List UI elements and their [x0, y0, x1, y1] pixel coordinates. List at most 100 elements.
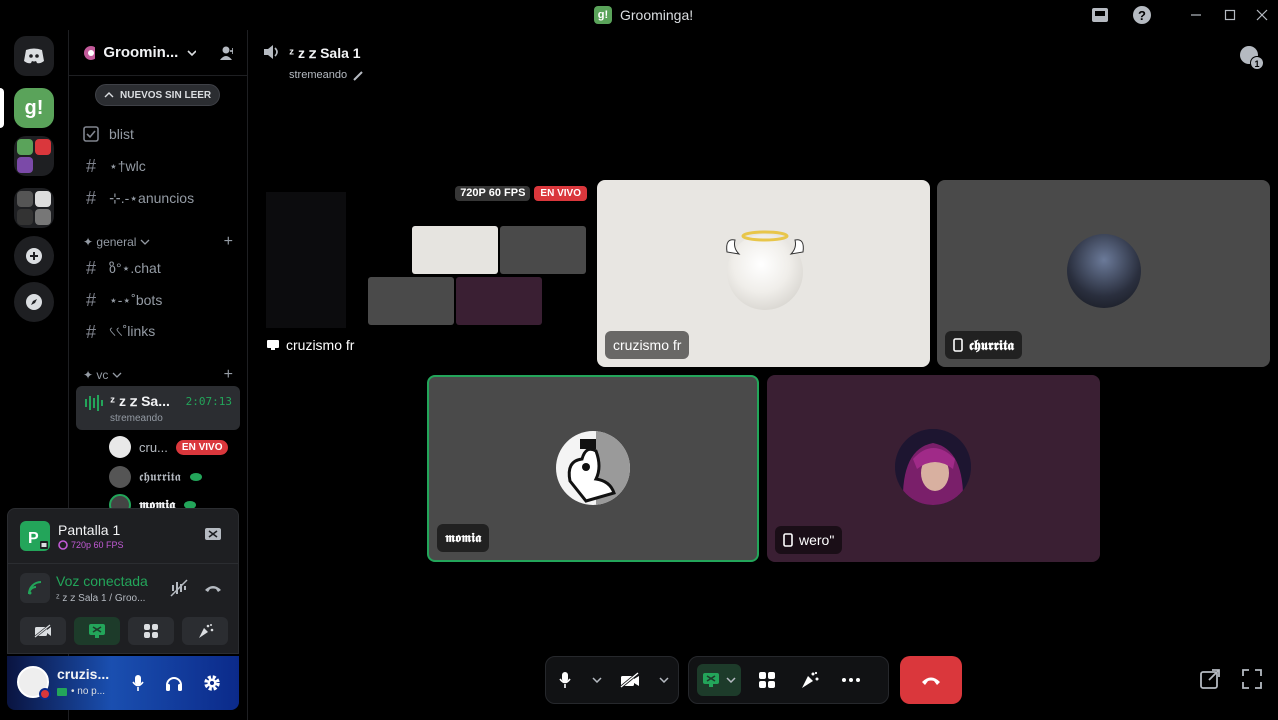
avatar[interactable]: [17, 666, 51, 700]
minimize-icon[interactable]: [1184, 4, 1208, 26]
activities-button[interactable]: [128, 617, 174, 645]
headphones-icon[interactable]: [165, 674, 183, 695]
speaker-icon: [263, 44, 281, 63]
user-status-row: • no p...: [57, 686, 105, 697]
voice-user-churrita[interactable]: 𝖈𝖍𝖚𝖗𝖗𝖎𝖙𝖆: [109, 464, 203, 490]
server-name: Groomin...: [103, 44, 179, 61]
server-folder-icon[interactable]: [14, 136, 54, 176]
add-server-icon[interactable]: [14, 236, 54, 276]
voice-channel-timer: 2:07:13: [185, 395, 232, 408]
channel-bots[interactable]: # ⋆-⋆˚bots: [83, 286, 243, 314]
voice-activity-icon: [85, 395, 103, 411]
fullscreen-icon[interactable]: [1241, 668, 1263, 693]
stream-preview-tile: [368, 277, 454, 325]
window-title-group: g! Groominga!: [594, 6, 693, 24]
share-controls: [688, 656, 889, 704]
camera-toggle-button[interactable]: [617, 664, 643, 696]
new-unread-button[interactable]: NUEVOS SIN LEER: [95, 84, 221, 106]
tile-label: cruzismo fr: [605, 331, 690, 359]
tile-label: 𝖒𝖔𝖒𝖎𝖆: [437, 524, 490, 552]
stream-title: Pantalla 1: [58, 522, 121, 538]
participant-tile-cruzismo[interactable]: cruzismo fr: [597, 180, 930, 367]
voice-user-name: cru...: [139, 439, 168, 455]
stop-stream-icon[interactable]: [204, 527, 222, 546]
stream-preview-tile: [500, 226, 586, 274]
invite-people-icon[interactable]: [218, 44, 233, 62]
voice-location[interactable]: ᶻ z 𝗓 Sala 1 / Groo...: [56, 593, 145, 604]
soundboard-icon: [802, 671, 819, 688]
channel-name: ⊹.-⋆anuncios: [109, 189, 195, 206]
camera-off-icon: [620, 672, 640, 688]
voice-channel-sala-1[interactable]: ᶻ z 𝗓 Sa... 2:07:13 stremeando: [76, 386, 240, 430]
soundboard-button[interactable]: [182, 617, 228, 645]
maximize-icon[interactable]: [1218, 4, 1242, 26]
stream-preview-tile: [412, 226, 498, 274]
microphone-icon[interactable]: [131, 674, 145, 695]
create-channel-icon[interactable]: +: [224, 233, 233, 251]
mic-options-chevron[interactable]: [590, 677, 603, 683]
activities-icon: [144, 624, 158, 638]
stream-quality: 720p 60 FPS: [71, 540, 124, 550]
checklist-icon: [83, 126, 99, 142]
participant-tile-churrita[interactable]: 𝖈𝖍𝖚𝖗𝖗𝖎𝖙𝖆: [937, 180, 1270, 367]
disconnect-call-button[interactable]: [900, 656, 962, 704]
more-options-button[interactable]: [835, 664, 867, 696]
screen-icon: [267, 340, 279, 350]
category-general[interactable]: ✦ general +: [83, 233, 233, 251]
hash-icon: #: [85, 321, 96, 342]
channel-chat[interactable]: # ზ°⋆.chat: [83, 254, 243, 282]
soundboard-button[interactable]: [793, 664, 825, 696]
call-status-row[interactable]: stremeando: [289, 69, 364, 81]
nitro-icon: [58, 540, 68, 550]
screen-share-icon: [703, 673, 719, 687]
avatar: [109, 436, 131, 458]
chevron-down-icon: [140, 239, 150, 245]
popout-icon[interactable]: [1199, 668, 1221, 693]
activities-icon: [759, 672, 775, 688]
inbox-icon[interactable]: [1088, 4, 1112, 26]
activities-button[interactable]: [751, 664, 783, 696]
camera-off-button[interactable]: [20, 617, 66, 645]
voice-channel-name: ᶻ z 𝗓 Sa...: [110, 393, 170, 409]
tile-label-text: 𝖈𝖍𝖚𝖗𝖗𝖎𝖙𝖆: [969, 336, 1015, 353]
explore-servers-icon[interactable]: [14, 282, 54, 322]
participant-tile-momia[interactable]: 𝖒𝖔𝖒𝖎𝖆: [427, 375, 759, 562]
hash-icon: #: [85, 187, 96, 208]
audio-video-controls: [545, 656, 679, 704]
chat-bubble-icon[interactable]: 1: [1238, 44, 1264, 73]
channel-blist[interactable]: blist: [83, 120, 243, 148]
server-icon-groominga[interactable]: g!: [14, 88, 54, 128]
stream-preview-icon: P: [20, 521, 50, 551]
channel-name: ⋆-⋆˚bots: [109, 291, 163, 308]
camera-options-chevron[interactable]: [657, 677, 670, 683]
call-status: stremeando: [289, 69, 348, 81]
server-folder-2-icon[interactable]: [14, 188, 54, 228]
server-header[interactable]: Groomin...: [69, 30, 247, 76]
voice-user-cruzismo[interactable]: cru... EN VIVO: [109, 434, 229, 460]
close-icon[interactable]: [1250, 4, 1274, 26]
participant-tile-wero[interactable]: wero": [767, 375, 1100, 562]
tile-label-text: cruzismo fr: [613, 337, 682, 353]
screen-share-button[interactable]: [697, 664, 741, 696]
discord-home-icon[interactable]: [14, 36, 54, 76]
stream-tile-cruzismo[interactable]: 720P 60 FPS EN VIVO cruzismo fr: [258, 180, 594, 367]
create-channel-icon[interactable]: +: [224, 366, 233, 384]
username[interactable]: cruzis...: [57, 666, 109, 682]
screen-share-button[interactable]: [74, 617, 120, 645]
channel-name: ზ°⋆.chat: [109, 259, 161, 276]
disconnect-icon[interactable]: [204, 581, 222, 597]
tile-label: cruzismo fr: [262, 331, 358, 359]
noise-suppression-icon[interactable]: [170, 579, 188, 600]
streaming-status-icon: [57, 687, 67, 696]
channel-name: ৻৻˚links: [109, 323, 156, 339]
settings-gear-icon[interactable]: [202, 673, 222, 696]
stream-badges: 720P 60 FPS EN VIVO: [455, 186, 587, 201]
channel-anuncios[interactable]: # ⊹.-⋆anuncios: [83, 184, 243, 212]
channel-links[interactable]: # ৻৻˚links: [83, 318, 243, 346]
connection-signal-icon[interactable]: [20, 573, 50, 603]
help-icon[interactable]: ?: [1130, 4, 1154, 26]
server-boost-icon: [84, 45, 96, 60]
mic-toggle-button[interactable]: [554, 664, 576, 696]
category-vc[interactable]: ✦ vc +: [83, 366, 233, 384]
channel-wlc[interactable]: # ⋆†wlc: [83, 152, 243, 180]
